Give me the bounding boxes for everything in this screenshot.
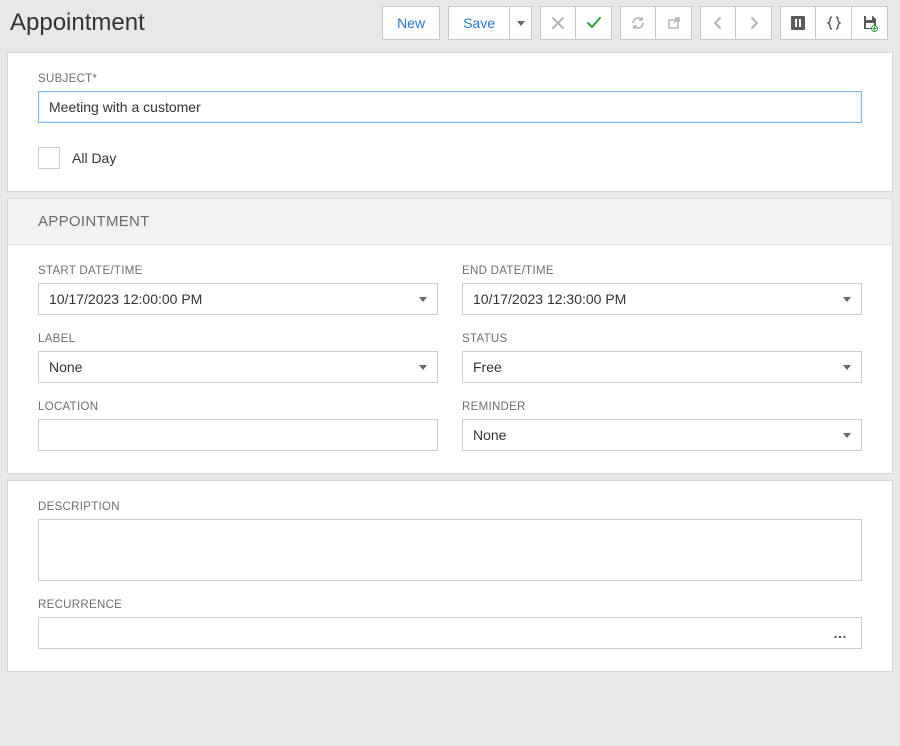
all-day-checkbox[interactable] (38, 147, 60, 169)
location-input[interactable] (38, 419, 438, 451)
caret-down-icon (843, 297, 851, 302)
refresh-group (620, 6, 692, 40)
chevron-right-icon (746, 15, 762, 31)
braces-icon (826, 15, 842, 31)
reminder-input[interactable]: None (462, 419, 862, 451)
all-day-label: All Day (72, 150, 116, 166)
label-field: LABEL None (38, 333, 438, 383)
save-dropdown-button[interactable] (510, 6, 532, 40)
caret-down-icon (843, 433, 851, 438)
subject-panel: SUBJECT* All Day (7, 52, 893, 192)
page-title: Appointment (10, 9, 145, 37)
caret-down-icon (419, 365, 427, 370)
appointment-panel: APPOINTMENT START DATE/TIME 10/17/2023 1… (7, 198, 893, 474)
cancel-button[interactable] (540, 6, 576, 40)
pause-icon (790, 15, 806, 31)
dev-group (780, 6, 888, 40)
all-day-field: All Day (38, 147, 862, 169)
caret-down-icon (419, 297, 427, 302)
reminder-label: REMINDER (462, 401, 862, 413)
end-date-input[interactable]: 10/17/2023 12:30:00 PM (462, 283, 862, 315)
toolbar: New Save (382, 6, 892, 40)
location-field: LOCATION (38, 401, 438, 451)
location-label: LOCATION (38, 401, 438, 413)
subject-label: SUBJECT* (38, 73, 862, 85)
status-field: STATUS Free (462, 333, 862, 383)
reminder-field: REMINDER None (462, 401, 862, 451)
recurrence-input[interactable]: … (38, 617, 862, 649)
save-disk-icon (861, 14, 879, 32)
reminder-value: None (473, 427, 843, 443)
save-disk-button[interactable] (852, 6, 888, 40)
status-input[interactable]: Free (462, 351, 862, 383)
braces-button[interactable] (816, 6, 852, 40)
save-button[interactable]: Save (448, 6, 510, 40)
check-icon (585, 14, 603, 32)
label-label: LABEL (38, 333, 438, 345)
refresh-button[interactable] (620, 6, 656, 40)
open-external-button[interactable] (656, 6, 692, 40)
status-label: STATUS (462, 333, 862, 345)
label-value: None (49, 359, 419, 375)
open-external-icon (666, 15, 682, 31)
recurrence-label: RECURRENCE (38, 599, 862, 611)
save-button-group: Save (448, 6, 532, 40)
appointment-section-title: APPOINTMENT (8, 199, 892, 245)
confirm-group (540, 6, 612, 40)
end-date-field: END DATE/TIME 10/17/2023 12:30:00 PM (462, 265, 862, 315)
pause-button[interactable] (780, 6, 816, 40)
new-button[interactable]: New (382, 6, 440, 40)
x-icon (550, 15, 566, 31)
caret-down-icon (843, 365, 851, 370)
label-input[interactable]: None (38, 351, 438, 383)
prev-button[interactable] (700, 6, 736, 40)
refresh-icon (630, 15, 646, 31)
status-value: Free (473, 359, 843, 375)
chevron-left-icon (710, 15, 726, 31)
caret-down-icon (517, 21, 525, 26)
start-date-value: 10/17/2023 12:00:00 PM (49, 291, 419, 307)
description-label: DESCRIPTION (38, 501, 862, 513)
header-bar: Appointment New Save (0, 0, 900, 46)
start-date-input[interactable]: 10/17/2023 12:00:00 PM (38, 283, 438, 315)
description-panel: DESCRIPTION RECURRENCE … (7, 480, 893, 672)
ellipsis-icon: … (829, 625, 851, 641)
next-button[interactable] (736, 6, 772, 40)
subject-input[interactable] (38, 91, 862, 123)
confirm-button[interactable] (576, 6, 612, 40)
description-input[interactable] (38, 519, 862, 581)
description-field: DESCRIPTION (38, 501, 862, 581)
end-date-label: END DATE/TIME (462, 265, 862, 277)
end-date-value: 10/17/2023 12:30:00 PM (473, 291, 843, 307)
start-date-field: START DATE/TIME 10/17/2023 12:00:00 PM (38, 265, 438, 315)
recurrence-field: RECURRENCE … (38, 599, 862, 649)
nav-group (700, 6, 772, 40)
subject-field: SUBJECT* (38, 73, 862, 123)
start-date-label: START DATE/TIME (38, 265, 438, 277)
